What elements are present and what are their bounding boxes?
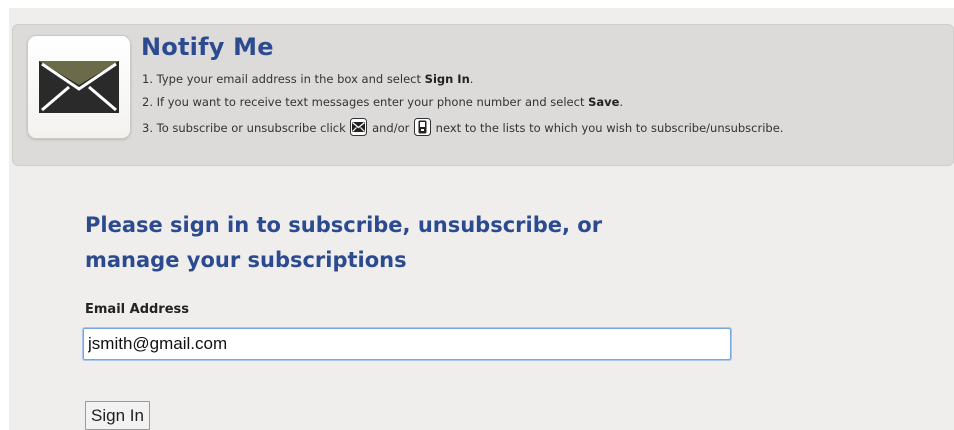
step-2-suffix: . [619,95,624,109]
notify-me-banner: Notify Me 1. Type your email address in … [12,24,954,166]
signin-heading: Please sign in to subscribe, unsubscribe… [85,213,603,272]
sign-in-button[interactable]: Sign In [85,401,150,430]
phone-subscribe-icon [414,118,432,136]
email-field-label: Email Address [85,302,190,317]
email-field[interactable] [83,328,731,360]
instruction-step-3: 3. To subscribe or unsubscribe click and… [142,118,952,136]
envelope-icon [27,35,131,139]
instructions-list: 1. Type your email address in the box an… [142,72,952,145]
instruction-step-2: 2. If you want to receive text messages … [142,95,952,109]
instruction-step-1: 1. Type your email address in the box an… [142,72,952,86]
step-1-bold: Sign In [424,72,470,86]
step-3-text: 3. To subscribe or unsubscribe click [142,121,350,135]
step-3-suffix: next to the lists to which you wish to s… [432,121,784,135]
step-1-suffix: . [469,72,474,86]
page-title: Notify Me [141,33,274,61]
step-2-bold: Save [588,95,620,109]
step-2-text: 2. If you want to receive text messages … [142,95,589,109]
email-subscribe-icon [350,118,368,136]
step-1-text: 1. Type your email address in the box an… [142,72,425,86]
step-3-mid: and/or [368,121,414,135]
